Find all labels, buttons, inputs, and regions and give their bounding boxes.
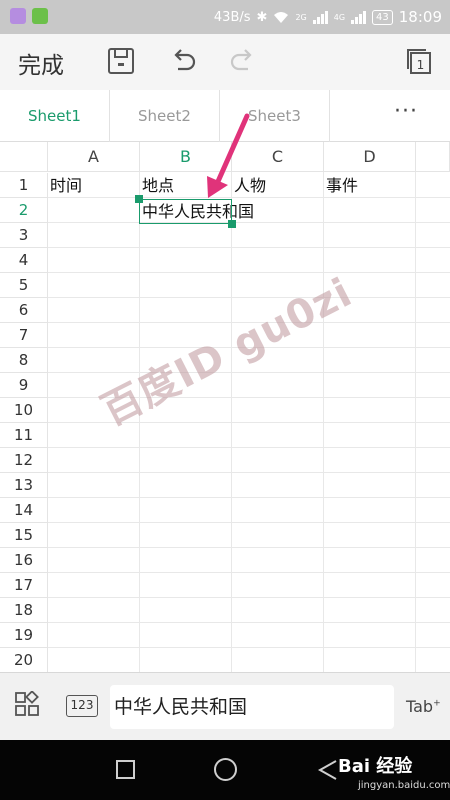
row-header[interactable]: 5 bbox=[0, 273, 48, 298]
signal-icon-1 bbox=[312, 10, 328, 24]
toolbar: 完成 1 bbox=[0, 34, 450, 90]
row-header[interactable]: 12 bbox=[0, 448, 48, 473]
cell-selection bbox=[139, 199, 232, 224]
grid-line bbox=[48, 247, 450, 248]
grid-line bbox=[48, 447, 450, 448]
grid-line bbox=[48, 372, 450, 373]
done-button[interactable]: 完成 bbox=[18, 46, 64, 80]
clock: 18:09 bbox=[398, 8, 442, 26]
numeric-keyboard-button[interactable]: 123 bbox=[66, 695, 98, 717]
row-header[interactable]: 6 bbox=[0, 298, 48, 323]
row-header[interactable]: 11 bbox=[0, 423, 48, 448]
function-panel-icon[interactable] bbox=[14, 691, 40, 717]
row-header[interactable]: 10 bbox=[0, 398, 48, 423]
wechat-app-icon bbox=[32, 8, 48, 24]
battery-icon: 43 bbox=[372, 9, 393, 25]
row-header[interactable]: 17 bbox=[0, 573, 48, 598]
grid-line bbox=[48, 297, 450, 298]
row-header[interactable]: 4 bbox=[0, 248, 48, 273]
row-header[interactable]: 20 bbox=[0, 648, 48, 672]
baidu-url: jingyan.baidu.com bbox=[358, 780, 450, 791]
baidu-logo: Bai 经验 bbox=[338, 756, 413, 777]
row-header[interactable]: 8 bbox=[0, 348, 48, 373]
tab-key-button[interactable]: Tab+ bbox=[406, 697, 441, 716]
row-header[interactable]: 9 bbox=[0, 373, 48, 398]
row-header[interactable]: 2 bbox=[0, 198, 48, 223]
svg-text:1: 1 bbox=[417, 58, 425, 72]
column-header-e[interactable] bbox=[416, 142, 450, 172]
spreadsheet-grid[interactable]: A B C D 1 2 3 4 5 6 7 8 9 10 11 12 13 14 15 16 17 18 19 20 … bbox=[0, 142, 450, 672]
row-header[interactable]: 19 bbox=[0, 623, 48, 648]
undo-icon[interactable] bbox=[168, 46, 198, 76]
cell-d1[interactable]: 事件 bbox=[324, 173, 416, 198]
sheets-count-icon[interactable]: 1 bbox=[404, 46, 434, 76]
cell-a1[interactable]: 时间 bbox=[48, 173, 140, 198]
row-header[interactable]: 14 bbox=[0, 498, 48, 523]
row-header[interactable]: 18 bbox=[0, 598, 48, 623]
select-all-corner[interactable] bbox=[0, 142, 48, 172]
navigation-bar: Bai 经验 jingyan.baidu.com bbox=[0, 740, 450, 800]
save-icon[interactable] bbox=[106, 46, 136, 76]
row-header[interactable]: 1 bbox=[0, 173, 48, 198]
recent-apps-button[interactable] bbox=[116, 760, 135, 779]
redo-icon[interactable] bbox=[228, 46, 258, 76]
grid-line bbox=[48, 472, 450, 473]
status-bar: 43B/s ✱ 2G 4G 43 18:09 bbox=[0, 0, 450, 34]
selection-handle-top-left[interactable] bbox=[135, 195, 143, 203]
tab-key-label: Tab bbox=[406, 697, 434, 716]
cell-content-input[interactable]: 中华人民共和国 bbox=[110, 685, 394, 729]
signal-icon-2 bbox=[351, 10, 367, 24]
net-type-2g: 2G bbox=[295, 12, 307, 22]
column-header-a[interactable]: A bbox=[48, 142, 140, 172]
grid-line bbox=[48, 272, 450, 273]
back-icon[interactable] bbox=[316, 758, 340, 782]
wifi-icon bbox=[274, 11, 289, 23]
row-header[interactable]: 13 bbox=[0, 473, 48, 498]
grid-line bbox=[48, 622, 450, 623]
grid-line bbox=[48, 647, 450, 648]
network-speed: 43B/s bbox=[213, 9, 251, 25]
grid-line bbox=[48, 547, 450, 548]
column-header-d[interactable]: D bbox=[324, 142, 416, 172]
selection-handle-bottom-right[interactable] bbox=[228, 220, 236, 228]
row-header[interactable]: 16 bbox=[0, 548, 48, 573]
row-header[interactable]: 15 bbox=[0, 523, 48, 548]
net-type-4g: 4G bbox=[333, 12, 346, 22]
row-header[interactable]: 7 bbox=[0, 323, 48, 348]
grid-line bbox=[48, 597, 450, 598]
gallery-app-icon bbox=[10, 8, 26, 24]
bluetooth-icon: ✱ bbox=[256, 9, 268, 25]
grid-line bbox=[48, 522, 450, 523]
home-button[interactable] bbox=[214, 758, 237, 781]
formula-input-bar: 123 中华人民共和国 Tab+ bbox=[0, 672, 450, 740]
more-options-icon[interactable]: ··· bbox=[386, 101, 426, 128]
annotation-arrow-icon bbox=[207, 113, 250, 198]
grid-line bbox=[48, 497, 450, 498]
grid-line bbox=[48, 572, 450, 573]
row-header[interactable]: 3 bbox=[0, 223, 48, 248]
tab-sheet1[interactable]: Sheet1 bbox=[0, 90, 110, 142]
